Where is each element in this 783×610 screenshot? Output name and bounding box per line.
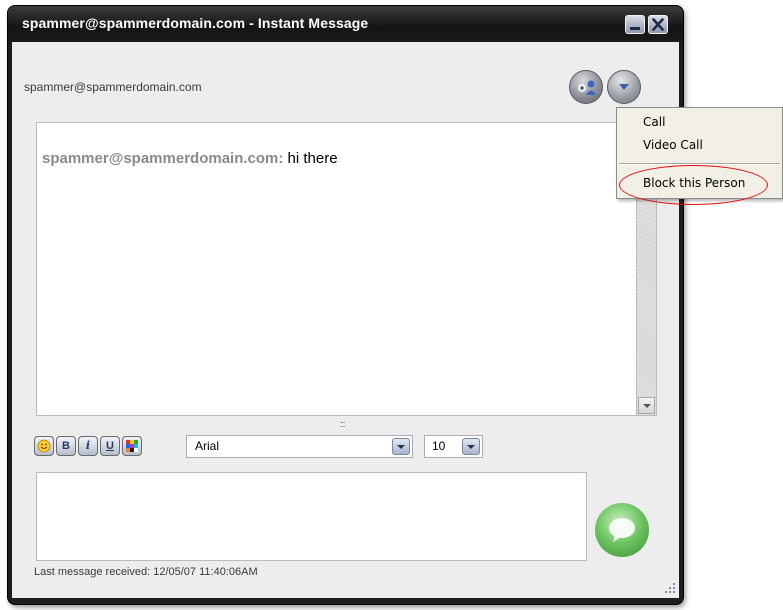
resize-grip-icon[interactable] [664,582,676,594]
font-family-select[interactable]: Arial [186,435,413,458]
smiley-icon [37,439,51,453]
close-icon [652,18,664,31]
options-context-menu: Call Video Call Block this Person [616,107,783,199]
menu-item-video-call[interactable]: Video Call [617,135,782,155]
bold-button[interactable]: B [56,436,76,456]
close-button[interactable] [648,15,668,34]
contact-email-label: spammer@spammerdomain.com [24,80,202,94]
menu-item-block-person[interactable]: Block this Person [617,173,782,193]
message-text: hi there [283,150,338,167]
chevron-down-icon[interactable] [392,438,410,455]
last-message-status: Last message received: 12/05/07 11:40:06… [34,566,258,578]
send-button[interactable] [595,503,649,557]
conversation-history[interactable]: spammer@spammerdomain.com: hi there [36,122,637,416]
message-client-area: spammer@spammerdomain.com spammer@spamme… [12,42,679,598]
menu-separator [619,163,780,165]
message-input[interactable] [36,472,587,561]
chevron-down-icon [619,84,629,90]
title-bar[interactable]: spammer@spammerdomain.com - Instant Mess… [8,6,683,42]
pane-resize-grip[interactable]: ::: [340,419,345,429]
font-size-value: 10 [432,439,446,453]
minimize-button[interactable] [625,15,645,34]
message-sender: spammer@spammerdomain.com: [42,150,284,167]
font-family-value: Arial [195,439,220,453]
chat-message: spammer@spammerdomain.com: hi there [42,150,338,167]
speech-bubble-icon [609,518,635,542]
underline-button[interactable]: U [100,436,120,456]
more-options-button[interactable] [607,70,641,104]
scroll-down-button[interactable] [638,397,655,414]
menu-item-call[interactable]: Call [617,112,782,132]
color-palette-icon [126,440,138,452]
add-contact-button[interactable] [569,70,603,104]
add-contact-icon [578,80,596,95]
font-size-select[interactable]: 10 [424,435,483,458]
window-title: spammer@spammerdomain.com - Instant Mess… [22,15,369,31]
instant-message-window: spammer@spammerdomain.com - Instant Mess… [8,6,683,604]
text-color-button[interactable] [122,436,142,456]
italic-button[interactable]: i [78,436,98,456]
chevron-down-icon[interactable] [462,438,480,455]
emoticon-button[interactable] [34,436,54,456]
